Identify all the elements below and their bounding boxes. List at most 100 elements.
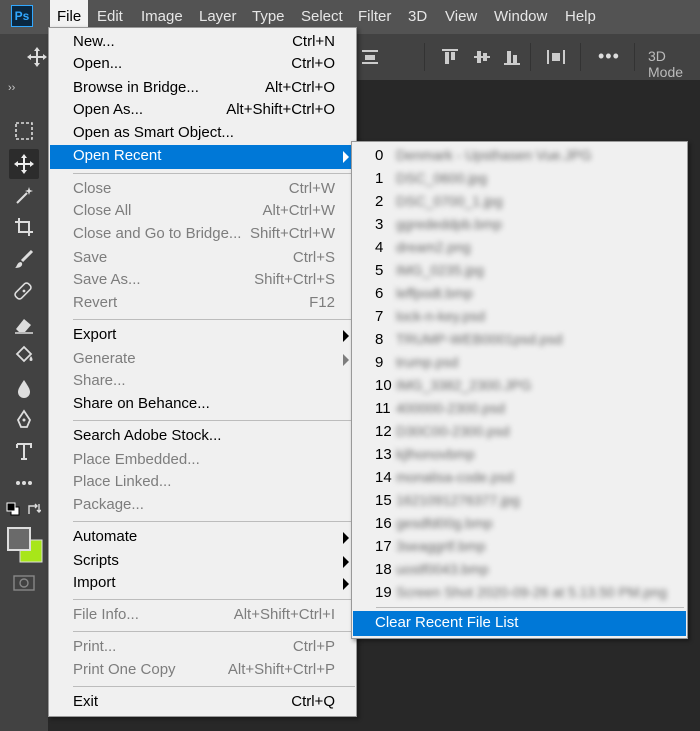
submenu-arrow-icon bbox=[343, 532, 349, 544]
photoshop-logo: Ps bbox=[11, 5, 33, 27]
more-options-icon[interactable]: ••• bbox=[598, 46, 620, 67]
menu-view[interactable]: View bbox=[438, 0, 484, 34]
clear-recent-file-list-item[interactable]: Clear Recent File List bbox=[353, 611, 686, 636]
menu-item-import[interactable]: Import bbox=[50, 572, 355, 594]
submenu-arrow-icon bbox=[343, 151, 349, 163]
menu-divider bbox=[73, 420, 355, 421]
align-vcenter-icon[interactable] bbox=[472, 48, 492, 69]
move-tool-button[interactable] bbox=[9, 149, 39, 179]
blur-tool-icon[interactable] bbox=[13, 377, 35, 399]
menu-window[interactable]: Window bbox=[487, 0, 554, 34]
menu-item-close[interactable]: Close Ctrl+W bbox=[50, 178, 355, 200]
align-top-icon[interactable] bbox=[440, 48, 460, 69]
recent-file-item[interactable]: 4 dream2.png bbox=[353, 237, 686, 259]
move-tool-icon[interactable] bbox=[26, 46, 48, 71]
menu-divider bbox=[73, 599, 355, 600]
menu-item-exit[interactable]: Exit Ctrl+Q bbox=[50, 691, 355, 713]
menu-item-share[interactable]: Share... bbox=[50, 370, 355, 392]
recent-file-item[interactable]: 14 monalisa-code.psd bbox=[353, 467, 686, 489]
menu-item-place-linked[interactable]: Place Linked... bbox=[50, 471, 355, 493]
recent-file-item[interactable]: 0 Denmark - Upsthasen Vue.JPG bbox=[353, 145, 686, 167]
recent-file-item[interactable]: 7 lock-n-key.psd bbox=[353, 306, 686, 328]
crop-tool-icon[interactable] bbox=[13, 216, 35, 238]
pen-tool-icon[interactable] bbox=[13, 408, 35, 430]
menu-item-export[interactable]: Export bbox=[50, 324, 355, 346]
recent-file-item[interactable]: 16 gesdfd00g.bmp bbox=[353, 513, 686, 535]
type-tool-icon[interactable] bbox=[13, 440, 35, 462]
marquee-tool-icon[interactable] bbox=[13, 120, 35, 142]
swap-colors-icon[interactable] bbox=[27, 502, 41, 516]
recent-file-item[interactable]: 8 TRUMP-WEB0001psd.psd bbox=[353, 329, 686, 351]
menu-item-print-one-copy[interactable]: Print One Copy Alt+Shift+Ctrl+P bbox=[50, 659, 355, 681]
menu-item-open[interactable]: Open... Ctrl+O bbox=[50, 53, 355, 75]
menu-item-place-embedded[interactable]: Place Embedded... bbox=[50, 449, 355, 471]
menu-item-generate[interactable]: Generate bbox=[50, 348, 355, 370]
align-bottom-icon[interactable] bbox=[502, 48, 522, 69]
recent-file-item[interactable]: 12 D30C00-2300.psd bbox=[353, 421, 686, 443]
recent-file-item[interactable]: 5 IMG_0235.jpg bbox=[353, 260, 686, 282]
quick-mask-icon[interactable] bbox=[13, 572, 35, 594]
recent-file-item[interactable]: 9 trump.psd bbox=[353, 352, 686, 374]
menu-divider bbox=[376, 607, 684, 608]
menu-3d[interactable]: 3D bbox=[401, 0, 434, 34]
menu-divider bbox=[73, 521, 355, 522]
submenu-arrow-icon bbox=[343, 354, 349, 366]
menu-divider bbox=[73, 319, 355, 320]
recent-file-item[interactable]: 1 DSC_0600.jpg bbox=[353, 168, 686, 190]
color-swatches[interactable] bbox=[6, 526, 44, 564]
recent-file-item[interactable]: 3 ggrededdpb.bmp bbox=[353, 214, 686, 236]
menu-item-scripts[interactable]: Scripts bbox=[50, 550, 355, 572]
3d-mode-label[interactable]: 3D Mode bbox=[648, 48, 700, 80]
menu-filter[interactable]: Filter bbox=[351, 0, 398, 34]
menu-item-automate[interactable]: Automate bbox=[50, 526, 355, 548]
recent-file-item[interactable]: 19 Screen Shot 2020-09-26 at 5.13.50 PM.p… bbox=[353, 582, 686, 604]
separator bbox=[424, 43, 425, 71]
default-colors-icon[interactable] bbox=[6, 502, 20, 516]
submenu-arrow-icon bbox=[343, 330, 349, 342]
menu-item-close-all[interactable]: Close All Alt+Ctrl+W bbox=[50, 200, 355, 222]
menu-item-close-and-go-to-bridge[interactable]: Close and Go to Bridge... Shift+Ctrl+W bbox=[50, 223, 355, 245]
menu-help[interactable]: Help bbox=[558, 0, 603, 34]
separator bbox=[634, 43, 635, 71]
menu-divider bbox=[73, 173, 355, 174]
magic-wand-icon[interactable] bbox=[13, 184, 35, 206]
menu-item-open-as-smart-object[interactable]: Open as Smart Object... bbox=[50, 122, 355, 144]
separator bbox=[530, 43, 531, 71]
submenu-arrow-icon bbox=[343, 578, 349, 590]
separator bbox=[580, 43, 581, 71]
menu-item-print[interactable]: Print... Ctrl+P bbox=[50, 636, 355, 658]
menu-item-browse-in-bridge[interactable]: Browse in Bridge... Alt+Ctrl+O bbox=[50, 77, 355, 99]
menu-item-save[interactable]: Save Ctrl+S bbox=[50, 247, 355, 269]
menu-item-open-as[interactable]: Open As... Alt+Shift+Ctrl+O bbox=[50, 99, 355, 121]
brush-tool-icon[interactable] bbox=[13, 248, 35, 270]
paint-bucket-icon[interactable] bbox=[13, 344, 35, 366]
tools-panel: ›› bbox=[0, 80, 48, 731]
recent-file-item[interactable]: 6 leffpodt.bmp bbox=[353, 283, 686, 305]
recent-file-item[interactable]: 18 uostf0043.bmp bbox=[353, 559, 686, 581]
menu-item-revert[interactable]: Revert F12 bbox=[50, 292, 355, 314]
align-center-icon[interactable] bbox=[360, 48, 380, 69]
open-recent-submenu: 0 Denmark - Upsthasen Vue.JPG 1 DSC_0600.j… bbox=[351, 141, 688, 639]
healing-brush-icon[interactable] bbox=[13, 280, 35, 302]
distribute-icon[interactable] bbox=[546, 48, 566, 69]
recent-file-item[interactable]: 13 kjlhonovbmp bbox=[353, 444, 686, 466]
recent-file-item[interactable]: 2 DSC_0700_1.jpg bbox=[353, 191, 686, 213]
file-menu-dropdown: New... Ctrl+N Open... Ctrl+O Browse in Bri… bbox=[48, 27, 357, 717]
recent-file-item[interactable]: 17 3seaggrtf.bmp bbox=[353, 536, 686, 558]
menu-divider bbox=[73, 686, 355, 687]
menu-item-package[interactable]: Package... bbox=[50, 494, 355, 516]
recent-file-item[interactable]: 11 400000-2300.psd bbox=[353, 398, 686, 420]
menu-divider bbox=[73, 631, 355, 632]
eraser-tool-icon[interactable] bbox=[13, 314, 35, 336]
menu-item-search-adobe-stock[interactable]: Search Adobe Stock... bbox=[50, 425, 355, 447]
menu-item-share-on-behance[interactable]: Share on Behance... bbox=[50, 393, 355, 415]
submenu-arrow-icon bbox=[343, 556, 349, 568]
menu-item-open-recent[interactable]: Open Recent bbox=[50, 145, 355, 169]
recent-file-item[interactable]: 10 IMG_3382_2300.JPG bbox=[353, 375, 686, 397]
recent-file-item[interactable]: 15 1621091276377.jpg bbox=[353, 490, 686, 512]
expand-panel-icon[interactable]: ›› bbox=[8, 82, 15, 94]
more-tools-icon[interactable] bbox=[13, 472, 35, 494]
menu-item-file-info[interactable]: File Info... Alt+Shift+Ctrl+I bbox=[50, 604, 355, 626]
menu-item-save-as[interactable]: Save As... Shift+Ctrl+S bbox=[50, 269, 355, 291]
menu-item-new[interactable]: New... Ctrl+N bbox=[50, 31, 355, 53]
